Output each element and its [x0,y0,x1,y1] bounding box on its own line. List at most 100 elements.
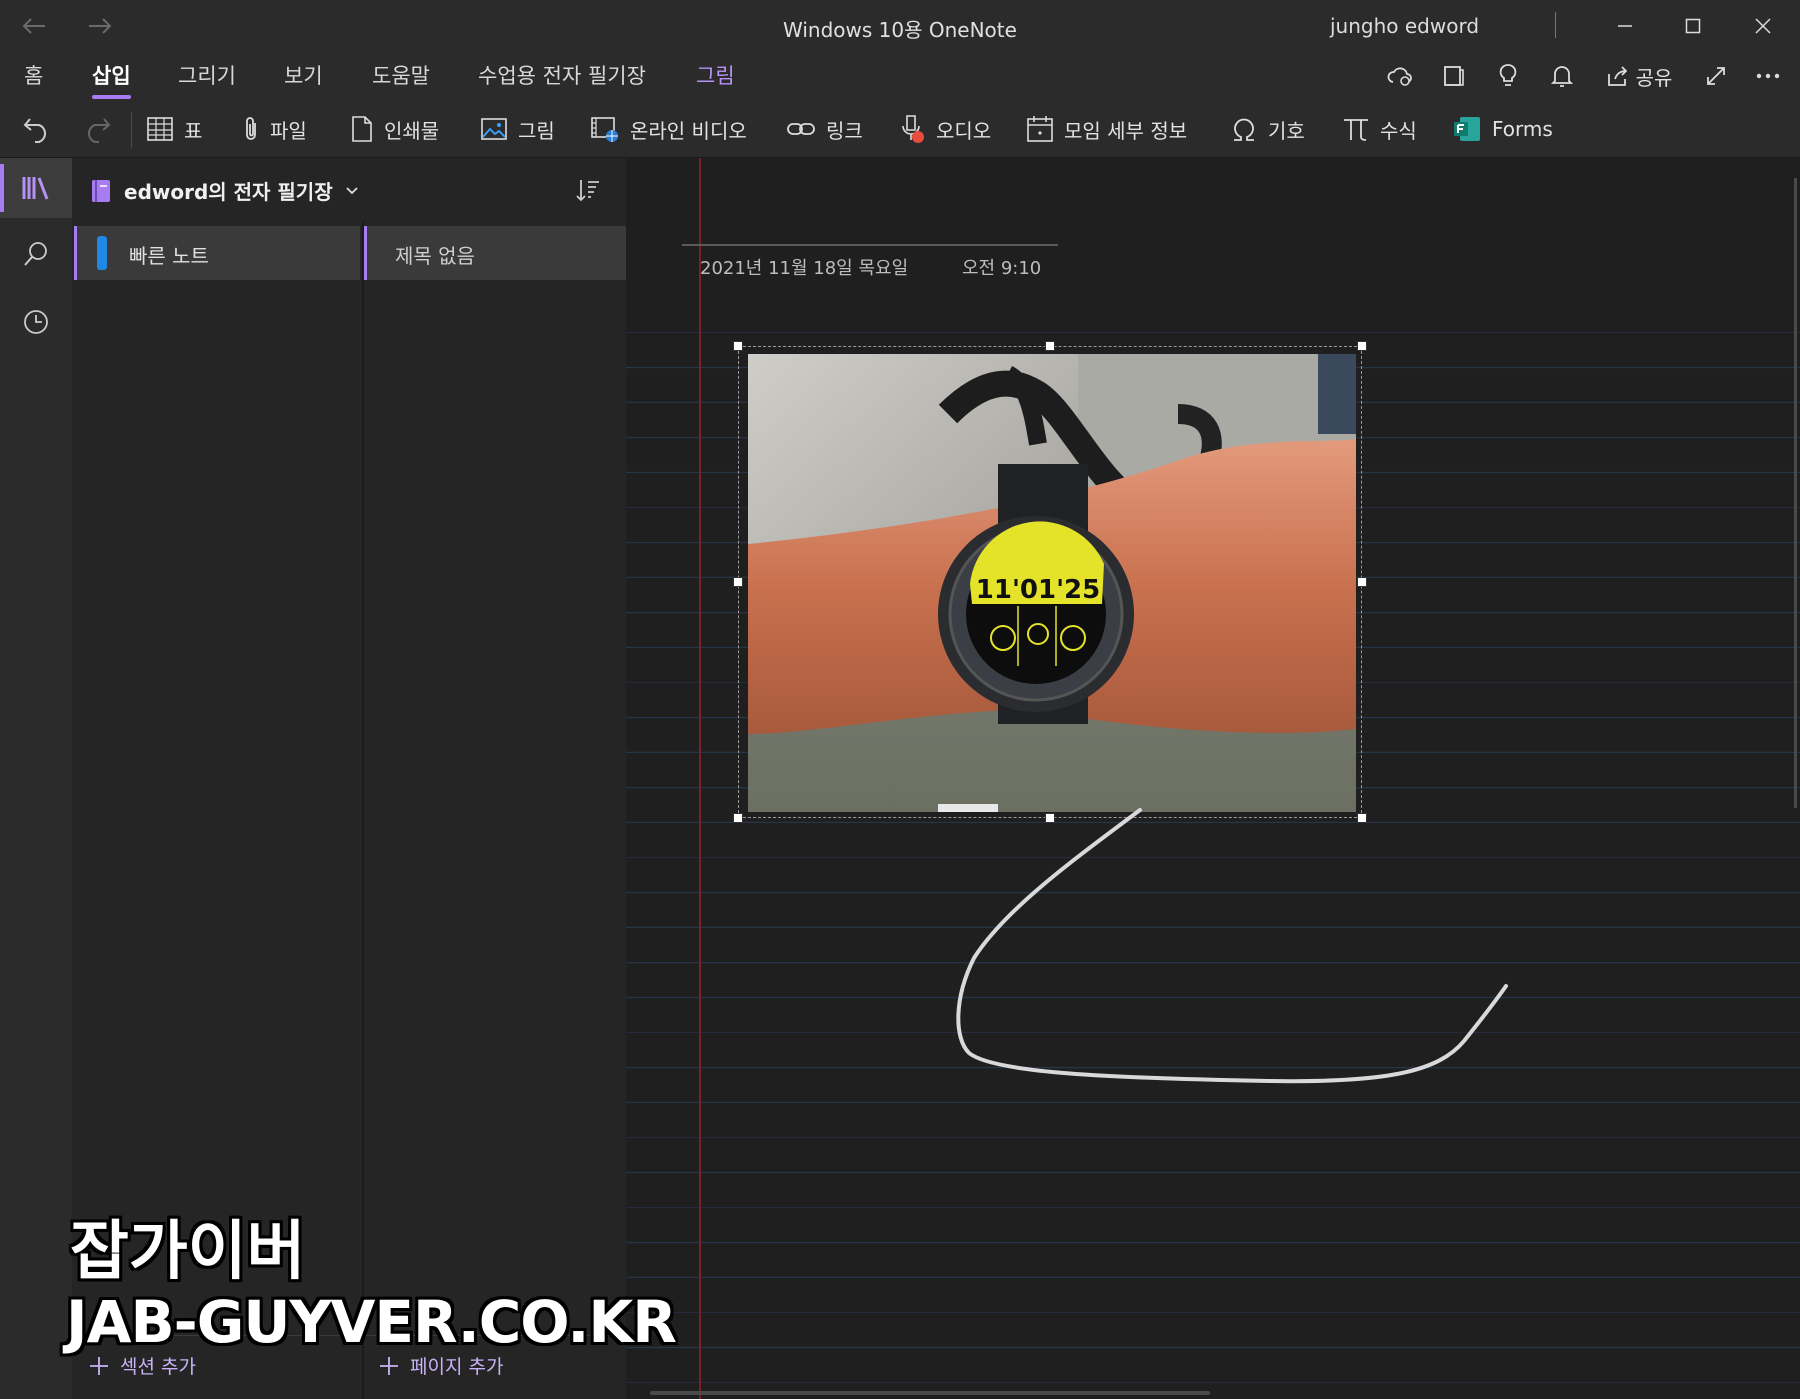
audio-icon [902,115,924,143]
maximize-button[interactable] [1668,8,1718,44]
user-name[interactable]: jungho edword [1330,14,1479,38]
insert-printout-label: 인쇄물 [384,118,440,143]
forms-icon [1454,117,1480,141]
pages-pane: 제목 없음 [364,222,626,1399]
insert-audio-button[interactable]: 오디오 [898,110,991,148]
insert-audio-label: 오디오 [936,118,992,143]
section-item-quick-notes[interactable]: 빠른 노트 [74,226,360,280]
insert-table-button[interactable]: 표 [146,110,202,148]
horizontal-scrollbar[interactable] [650,1391,1210,1395]
insert-table-label: 표 [184,118,203,143]
search-button[interactable] [0,224,72,284]
back-button[interactable] [14,10,54,42]
tab-view[interactable]: 보기 [284,60,323,90]
bell-icon [1551,66,1573,87]
watermark-url: JAB-GUYVER.CO.KR [66,1288,677,1356]
add-page-label: 페이지 추가 [410,1356,504,1378]
page-icon [352,116,372,142]
ribbon-toolbar: 표 파일 인쇄물 그림 온라인 비디오 링크 오디오 모임 세부 정보 기호 수… [0,102,1800,158]
share-icon [1607,66,1627,86]
share-label: 공유 [1635,65,1673,90]
ellipsis-icon [1756,73,1780,79]
add-section-label: 섹션 추가 [120,1356,196,1378]
insert-meeting-details-button[interactable]: 모임 세부 정보 [1026,110,1187,148]
omega-icon [1234,118,1254,141]
tab-insert[interactable]: 삽입 [92,60,131,99]
tab-draw[interactable]: 그리기 [178,60,236,90]
close-button[interactable] [1738,8,1788,44]
page-item-untitled[interactable]: 제목 없음 [364,226,626,280]
tab-class-notebook[interactable]: 수업용 전자 필기장 [478,60,646,90]
insert-forms-button[interactable]: Forms [1452,110,1553,148]
window-title: Windows 10용 OneNote [783,18,1017,42]
maximize-icon [1685,18,1701,34]
sort-pages-button[interactable] [570,172,606,208]
tab-picture[interactable]: 그림 [696,60,735,90]
notebook-name: edword의 전자 필기장 [124,180,333,204]
title-bar: Windows 10용 OneNote jungho edword [0,0,1800,52]
plus-icon [90,1356,108,1375]
online-video-icon [591,117,618,142]
insert-symbol-label: 기호 [1268,118,1305,143]
toolbar-divider [131,112,132,148]
sort-icon [576,180,599,202]
insert-link-label: 링크 [826,118,863,143]
insert-online-video-label: 온라인 비디오 [630,118,747,143]
pages-view-button[interactable] [1434,58,1474,94]
plus-icon [380,1356,398,1375]
insert-file-button[interactable]: 파일 [242,110,307,148]
arrow-right-icon [89,18,112,34]
fullscreen-button[interactable] [1696,58,1736,94]
more-button[interactable] [1748,58,1788,94]
calendar-icon [1027,116,1053,142]
tab-home[interactable]: 홈 [24,60,43,90]
watermark-title: 잡가이버 [70,1215,306,1289]
cloud-sync-icon [1387,67,1412,86]
recent-notes-button[interactable] [0,292,72,352]
notebooks-button[interactable] [0,158,72,218]
chevron-down-icon [345,186,358,194]
sync-button[interactable] [1380,58,1420,94]
table-icon [147,117,173,141]
insert-symbol-button[interactable]: 기호 [1230,110,1305,148]
add-page-button[interactable]: 페이지 추가 [378,1352,503,1379]
navigation-rail [0,158,72,1399]
notebook-icon [92,179,110,202]
minimize-button[interactable] [1600,8,1650,44]
insert-printout-button[interactable]: 인쇄물 [350,110,439,148]
paperclip-icon [246,117,256,140]
undo-icon [23,118,46,143]
add-section-button[interactable]: 섹션 추가 [88,1352,196,1379]
insert-file-label: 파일 [270,118,307,143]
notifications-button[interactable] [1542,58,1582,94]
notebook-pages-icon [1444,66,1464,86]
tab-help[interactable]: 도움말 [372,60,430,90]
notebook-selector[interactable]: edword의 전자 필기장 [90,176,359,205]
insert-meeting-details-label: 모임 세부 정보 [1064,118,1188,143]
section-label: 빠른 노트 [129,244,209,268]
ink-stroke[interactable] [626,158,1800,1399]
notebook-header: edword의 전자 필기장 [72,158,626,222]
insert-picture-label: 그림 [518,118,555,143]
library-icon [22,177,49,200]
redo-button[interactable] [82,110,112,148]
pi-icon [1344,119,1368,141]
lightbulb-icon [1499,64,1517,86]
forward-button[interactable] [80,10,120,42]
vertical-scrollbar[interactable] [1794,178,1797,808]
insert-equation-label: 수식 [1380,118,1417,143]
insert-picture-button[interactable]: 그림 [480,110,555,148]
section-color-tab [97,236,107,270]
share-button[interactable]: 공유 [1600,58,1678,94]
insert-link-button[interactable]: 링크 [786,110,863,148]
minimize-icon [1618,25,1632,27]
close-icon [1755,18,1771,34]
search-icon [24,242,47,266]
insert-online-video-button[interactable]: 온라인 비디오 [590,110,747,148]
expand-icon [1707,67,1725,85]
arrow-left-icon [22,18,45,34]
tips-button[interactable] [1488,58,1528,94]
undo-button[interactable] [22,110,52,148]
insert-equation-button[interactable]: 수식 [1342,110,1417,148]
page-canvas[interactable]: 2021년 11월 18일 목요일 오전 9:10 11'01'25 [626,158,1800,1399]
